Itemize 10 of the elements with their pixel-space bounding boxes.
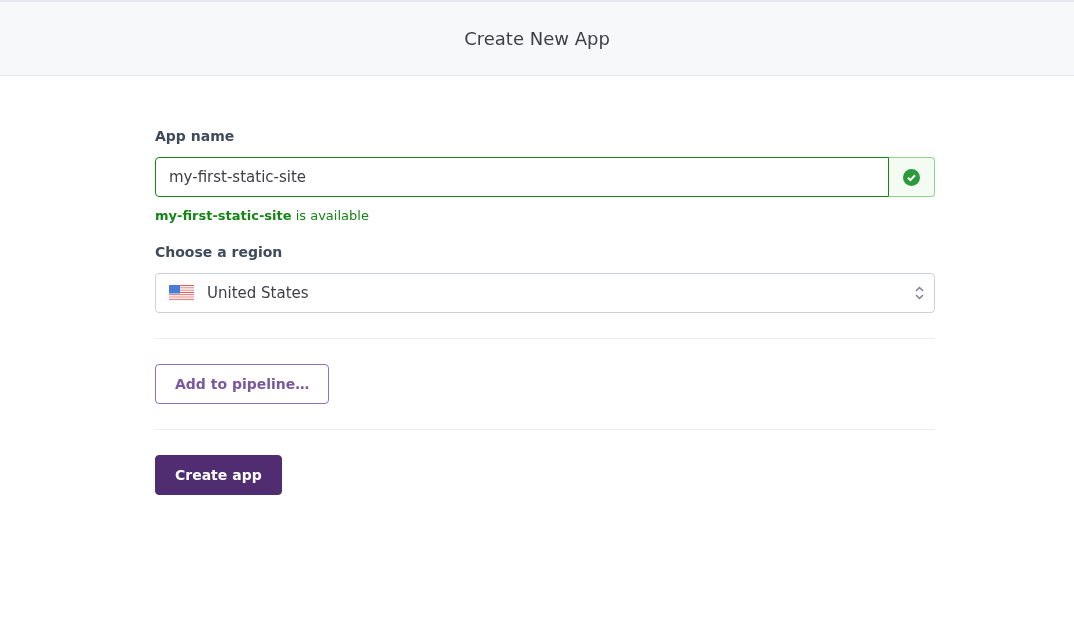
page-title: Create New App — [464, 28, 610, 49]
availability-message: my-first-static-site is available — [155, 208, 370, 223]
app-name-input[interactable]: my-first-static-site — [155, 157, 889, 197]
chevron-updown-icon — [915, 286, 924, 300]
field-label: App name — [155, 128, 236, 144]
create-app-button[interactable]: Create app — [155, 455, 282, 495]
field-label: Choose a region — [155, 244, 284, 260]
region-select[interactable]: United States — [155, 273, 935, 313]
flag-icon — [169, 285, 194, 301]
add-to-pipeline-button[interactable]: Add to pipeline… — [155, 364, 330, 404]
